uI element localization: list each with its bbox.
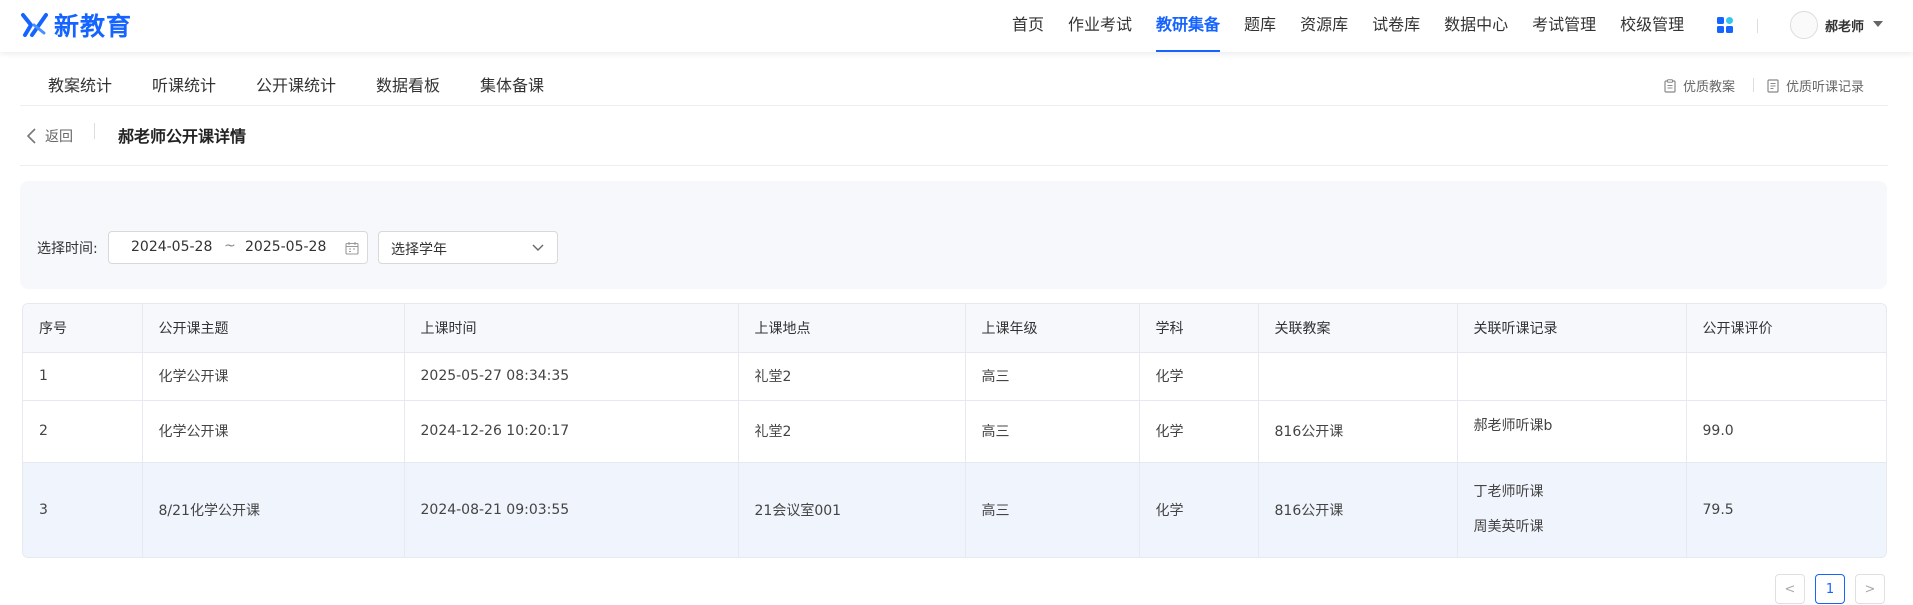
sub-nav: 教案统计 听课统计 公开课统计 数据看板 集体备课 优质教案 优质听课记录 xyxy=(20,56,1888,106)
cell-location: 21会议室001 xyxy=(738,462,966,557)
caret-down-icon[interactable] xyxy=(1873,21,1883,27)
chevron-left-icon xyxy=(26,128,36,144)
title-divider xyxy=(94,123,95,139)
back-button[interactable]: 返回 xyxy=(25,126,73,146)
top-bar: 新教育 首页 作业考试 教研集备 题库 资源库 试卷库 数据中心 考试管理 校级… xyxy=(0,0,1913,52)
observation-record-link[interactable]: 丁老师听课 xyxy=(1474,475,1686,510)
date-range-picker[interactable]: 2024-05-28 ~ 2025-05-28 xyxy=(108,231,368,264)
date-start-value[interactable]: 2024-05-28 xyxy=(131,239,212,255)
table-row: 3 8/21化学公开课 2024-08-21 09:03:55 21会议室001… xyxy=(23,462,1886,557)
column-header-rating: 公开课评价 xyxy=(1686,304,1886,353)
cell-topic: 化学公开课 xyxy=(142,400,405,463)
cell-time: 2024-08-21 09:03:55 xyxy=(404,462,739,557)
back-label: 返回 xyxy=(45,129,73,145)
nav-item-question-bank[interactable]: 题库 xyxy=(1232,0,1288,52)
table-row: 2 化学公开课 2024-12-26 10:20:17 礼堂2 高三 化学 81… xyxy=(23,400,1886,463)
logo-icon xyxy=(21,13,48,37)
cell-lesson-plan[interactable]: 816公开课 xyxy=(1258,462,1458,557)
nav-item-paper-bank[interactable]: 试卷库 xyxy=(1360,0,1432,52)
prev-page-button[interactable]: < xyxy=(1775,574,1805,604)
nav-item-data-center[interactable]: 数据中心 xyxy=(1432,0,1520,52)
next-page-button[interactable]: > xyxy=(1855,574,1885,604)
quality-lesson-plan-link[interactable]: 优质教案 xyxy=(1663,76,1735,95)
cell-location: 礼堂2 xyxy=(738,352,966,401)
nav-item-homework-exam[interactable]: 作业考试 xyxy=(1056,0,1144,52)
cell-subject: 化学 xyxy=(1139,462,1259,557)
cell-observation-records xyxy=(1457,352,1687,401)
subnav-open-class-stats[interactable]: 公开课统计 xyxy=(256,72,336,96)
main-nav: 首页 作业考试 教研集备 题库 资源库 试卷库 数据中心 考试管理 校级管理 xyxy=(1000,0,1696,52)
page-header: 返回 郝老师公开课详情 xyxy=(20,108,1888,166)
cell-lesson-plan[interactable] xyxy=(1258,352,1458,401)
chevron-down-icon xyxy=(532,244,544,251)
observation-record-link[interactable]: 周美英听课 xyxy=(1474,510,1686,545)
calendar-icon[interactable] xyxy=(345,241,359,255)
cell-topic: 8/21化学公开课 xyxy=(142,462,405,557)
cell-grade: 高三 xyxy=(965,400,1140,463)
quality-observation-record-link[interactable]: 优质听课记录 xyxy=(1766,76,1864,95)
column-header-time: 上课时间 xyxy=(404,304,739,353)
user-name[interactable]: 郝老师 xyxy=(1825,16,1864,35)
open-class-table: 序号 公开课主题 上课时间 上课地点 上课年级 学科 关联教案 关联听课记录 公… xyxy=(22,303,1887,558)
column-header-lesson-plan: 关联教案 xyxy=(1258,304,1458,353)
school-year-select[interactable]: 选择学年 xyxy=(378,231,558,264)
cell-index: 2 xyxy=(23,400,143,463)
column-header-location: 上课地点 xyxy=(738,304,966,353)
cell-rating xyxy=(1686,352,1886,401)
nav-divider xyxy=(1757,19,1758,33)
subnav-data-dashboard[interactable]: 数据看板 xyxy=(376,72,440,96)
cell-index: 1 xyxy=(23,352,143,401)
cell-lesson-plan[interactable]: 816公开课 xyxy=(1258,400,1458,463)
cell-rating: 99.0 xyxy=(1686,400,1886,463)
cell-grade: 高三 xyxy=(965,462,1140,557)
column-header-observation-records: 关联听课记录 xyxy=(1457,304,1687,353)
subnav-group-preparation[interactable]: 集体备课 xyxy=(480,72,544,96)
quality-lesson-plan-label: 优质教案 xyxy=(1683,80,1736,95)
observation-record-link[interactable]: 郝老师听课b xyxy=(1474,415,1686,435)
subnav-observation-stats[interactable]: 听课统计 xyxy=(152,72,216,96)
subnav-divider xyxy=(1753,78,1754,92)
page-title: 郝老师公开课详情 xyxy=(118,127,247,146)
column-header-topic: 公开课主题 xyxy=(142,304,405,353)
column-header-grade: 上课年级 xyxy=(965,304,1140,353)
cell-index: 3 xyxy=(23,462,143,557)
cell-grade: 高三 xyxy=(965,352,1140,401)
nav-item-resources[interactable]: 资源库 xyxy=(1288,0,1360,52)
logo-text: 新教育 xyxy=(54,12,133,41)
column-header-subject: 学科 xyxy=(1139,304,1259,353)
cell-location: 礼堂2 xyxy=(738,400,966,463)
cell-subject: 化学 xyxy=(1139,352,1259,401)
cell-observation-records: 郝老师听课b xyxy=(1457,400,1687,463)
cell-topic: 化学公开课 xyxy=(142,352,405,401)
subnav-lesson-plan-stats[interactable]: 教案统计 xyxy=(48,72,112,96)
time-filter-label: 选择时间: xyxy=(37,241,98,257)
record-icon xyxy=(1767,78,1779,93)
table-row: 1 化学公开课 2025-05-27 08:34:35 礼堂2 高三 化学 xyxy=(23,352,1886,401)
page-1-button[interactable]: 1 xyxy=(1815,574,1845,604)
date-separator: ~ xyxy=(224,238,236,254)
table-header-row: 序号 公开课主题 上课时间 上课地点 上课年级 学科 关联教案 关联听课记录 公… xyxy=(23,304,1886,353)
nav-item-teaching-research[interactable]: 教研集备 xyxy=(1144,0,1232,52)
cell-subject: 化学 xyxy=(1139,400,1259,463)
filter-panel: 选择时间: 2024-05-28 ~ 2025-05-28 选择学年 xyxy=(20,181,1887,289)
cell-time: 2025-05-27 08:34:35 xyxy=(404,352,739,401)
clipboard-icon xyxy=(1664,78,1676,93)
nav-item-school-management[interactable]: 校级管理 xyxy=(1608,0,1696,52)
school-year-placeholder: 选择学年 xyxy=(391,242,447,258)
cell-observation-records: 丁老师听课 周美英听课 xyxy=(1457,462,1687,557)
nav-item-exam-management[interactable]: 考试管理 xyxy=(1520,0,1608,52)
date-end-value[interactable]: 2025-05-28 xyxy=(245,239,326,255)
apps-grid-icon[interactable] xyxy=(1717,17,1733,33)
logo[interactable]: 新教育 xyxy=(20,8,132,42)
column-header-index: 序号 xyxy=(23,304,143,353)
nav-item-home[interactable]: 首页 xyxy=(1000,0,1056,52)
quality-observation-record-label: 优质听课记录 xyxy=(1786,80,1865,95)
cell-rating: 79.5 xyxy=(1686,462,1886,557)
cell-time: 2024-12-26 10:20:17 xyxy=(404,400,739,463)
avatar[interactable] xyxy=(1790,11,1818,39)
